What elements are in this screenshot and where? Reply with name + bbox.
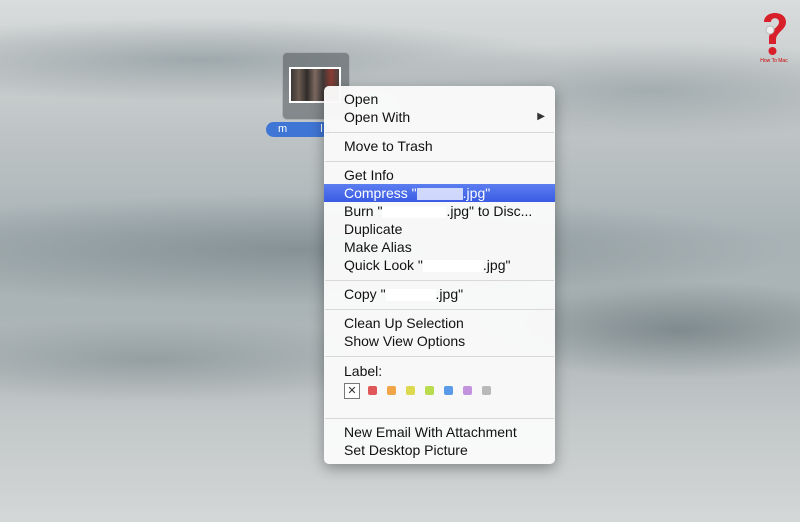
logo-text: How To Mac	[760, 58, 788, 64]
menu-item-copy[interactable]: Copy " .jpg"	[324, 285, 555, 303]
label-heading: Label:	[344, 363, 383, 379]
menu-separator	[325, 280, 554, 281]
menu-item-quick-look[interactable]: Quick Look " .jpg"	[324, 256, 555, 274]
label-yellow-swatch[interactable]	[406, 386, 415, 395]
menu-separator	[325, 161, 554, 162]
label-purple-swatch[interactable]	[463, 386, 472, 395]
file-name-label[interactable]: m l	[266, 122, 330, 137]
label-blue-swatch[interactable]	[444, 386, 453, 395]
menu-item-move-to-trash[interactable]: Move to Trash	[324, 137, 555, 155]
menu-item-duplicate[interactable]: Duplicate	[324, 220, 555, 238]
menu-item-open[interactable]: Open	[324, 90, 555, 108]
menu-separator	[325, 309, 554, 310]
menu-separator	[325, 356, 554, 357]
menu-item-new-email-with-attachment[interactable]: New Email With Attachment	[324, 423, 555, 441]
menu-item-set-desktop-picture[interactable]: Set Desktop Picture	[324, 441, 555, 459]
redacted-filename	[422, 260, 483, 273]
submenu-arrow-icon: ▶	[537, 111, 545, 122]
menu-item-get-info[interactable]: Get Info	[324, 166, 555, 184]
menu-item-open-with[interactable]: Open With ▶	[324, 108, 555, 126]
menu-item-compress[interactable]: Compress " .jpg"	[324, 184, 555, 202]
label-orange-swatch[interactable]	[387, 386, 396, 395]
label-none-button[interactable]: ✕	[344, 383, 360, 399]
menu-item-clean-up-selection[interactable]: Clean Up Selection	[324, 314, 555, 332]
menu-item-make-alias[interactable]: Make Alias	[324, 238, 555, 256]
menu-separator	[325, 132, 554, 133]
menu-item-show-view-options[interactable]: Show View Options	[324, 332, 555, 350]
label-green-swatch[interactable]	[425, 386, 434, 395]
redacted-filename	[382, 206, 447, 219]
redacted-filename	[416, 188, 463, 201]
label-red-swatch[interactable]	[368, 386, 377, 395]
menu-item-burn-to-disc[interactable]: Burn " .jpg" to Disc...	[324, 202, 555, 220]
question-mark-icon: How To Mac	[760, 13, 788, 64]
menu-separator	[325, 418, 554, 419]
redacted-filename	[385, 289, 436, 302]
context-menu: Open Open With ▶ Move to Trash Get Info C…	[324, 86, 555, 464]
label-gray-swatch[interactable]	[482, 386, 491, 395]
